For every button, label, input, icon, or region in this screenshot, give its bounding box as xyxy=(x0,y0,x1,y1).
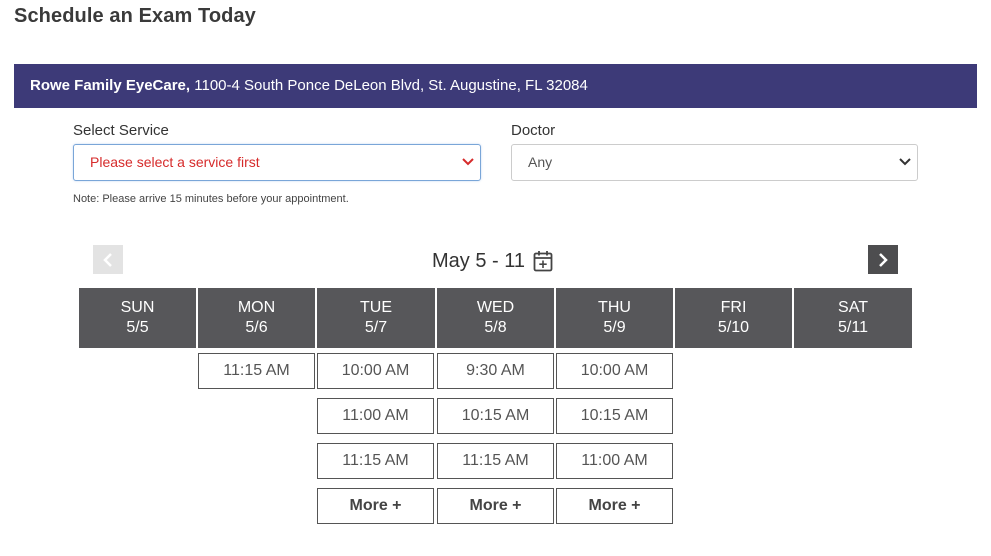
service-label: Select Service xyxy=(73,122,169,139)
day-date: 5/9 xyxy=(603,319,626,336)
day-name: SAT xyxy=(838,299,868,316)
time-slot[interactable]: 9:30 AM xyxy=(437,353,554,389)
practice-name: Rowe Family EyeCare, xyxy=(30,77,191,94)
more-times-button[interactable]: More + xyxy=(556,488,673,524)
day-header-fri: FRI 5/10 xyxy=(675,288,792,348)
time-slot[interactable]: 11:15 AM xyxy=(317,443,434,479)
service-select-value: Please select a service first xyxy=(90,154,260,170)
day-header-mon: MON 5/6 xyxy=(198,288,315,348)
day-date: 5/5 xyxy=(126,319,149,336)
day-header-sat: SAT 5/11 xyxy=(794,288,912,348)
day-date: 5/6 xyxy=(245,319,268,336)
service-select[interactable]: Please select a service first xyxy=(73,144,481,181)
day-header-wed: WED 5/8 xyxy=(437,288,554,348)
prev-week-button[interactable] xyxy=(93,245,123,274)
page-title: Schedule an Exam Today xyxy=(14,5,256,27)
day-date: 5/7 xyxy=(364,319,388,336)
time-slot[interactable]: 10:00 AM xyxy=(556,353,673,389)
more-times-button[interactable]: More + xyxy=(437,488,554,524)
day-header-thu: THU 5/9 xyxy=(556,288,673,348)
doctor-select-value: Any xyxy=(528,154,553,170)
day-name: MON xyxy=(237,299,276,316)
day-name: THU xyxy=(598,299,631,316)
day-name: SUN xyxy=(120,299,155,316)
week-label: May 5 - 11 xyxy=(432,250,525,272)
time-slot[interactable]: 10:15 AM xyxy=(437,398,554,434)
time-slot[interactable]: 11:00 AM xyxy=(317,398,434,434)
day-header-tue: TUE 5/7 xyxy=(317,288,435,348)
day-name: WED xyxy=(476,299,515,316)
day-date: 5/11 xyxy=(838,319,868,336)
practice-address: 1100-4 South Ponce DeLeon Blvd, St. Augu… xyxy=(190,77,588,94)
arrival-note: Note: Please arrive 15 minutes before yo… xyxy=(73,193,349,205)
more-times-button[interactable]: More + xyxy=(317,488,434,524)
calendar-plus-icon[interactable] xyxy=(533,250,553,277)
chevron-down-icon xyxy=(462,145,474,180)
day-header-sun: SUN 5/5 xyxy=(79,288,196,348)
chevron-right-icon xyxy=(879,252,888,267)
time-slot[interactable]: 10:15 AM xyxy=(556,398,673,434)
next-week-button[interactable] xyxy=(868,245,898,274)
day-name: TUE xyxy=(360,299,392,316)
time-slot[interactable]: 11:15 AM xyxy=(198,353,315,389)
doctor-select[interactable]: Any xyxy=(511,144,918,181)
chevron-down-icon xyxy=(899,145,911,180)
day-date: 5/8 xyxy=(484,319,507,336)
chevron-left-icon xyxy=(103,252,112,267)
time-slot[interactable]: 11:15 AM xyxy=(437,443,554,479)
time-slot[interactable]: 11:00 AM xyxy=(556,443,673,479)
time-slot[interactable]: 10:00 AM xyxy=(317,353,434,389)
doctor-label: Doctor xyxy=(511,122,556,139)
location-bar: Rowe Family EyeCare, 1100-4 South Ponce … xyxy=(14,64,977,108)
day-date: 5/10 xyxy=(717,319,750,336)
day-name: FRI xyxy=(720,299,747,316)
